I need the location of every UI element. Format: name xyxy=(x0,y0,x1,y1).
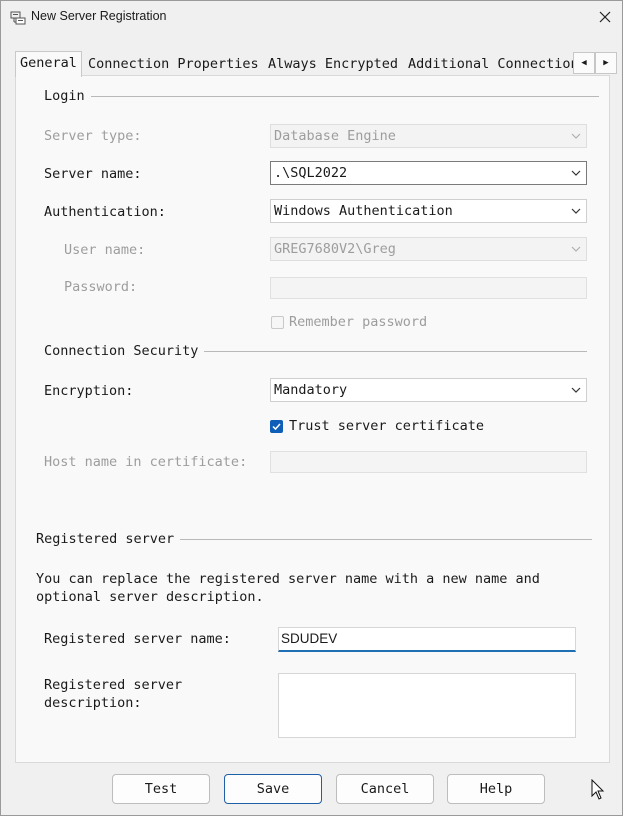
scroll-left-icon: ◀ xyxy=(581,58,587,68)
encryption-label: Encryption: xyxy=(44,383,134,399)
tab-scroll-right-button[interactable]: ▶ xyxy=(595,52,617,74)
help-button[interactable]: Help xyxy=(447,774,545,804)
registered-server-name-input[interactable]: SDUDEV xyxy=(278,627,576,652)
login-section-title: Login xyxy=(44,88,85,104)
user-name-value: GREG7680V2\Greg xyxy=(274,241,396,257)
connection-security-title: Connection Security xyxy=(44,343,199,359)
server-name-combo[interactable]: .\SQL2022 xyxy=(270,161,587,185)
host-name-input xyxy=(270,451,587,473)
save-button[interactable]: Save xyxy=(224,774,322,804)
trust-server-certificate-label[interactable]: Trust server certificate xyxy=(289,418,484,434)
encryption-select[interactable]: Mandatory xyxy=(270,378,587,402)
authentication-label: Authentication: xyxy=(44,204,166,220)
chevron-down-icon xyxy=(571,170,581,176)
chevron-down-icon xyxy=(571,246,581,252)
server-name-value: .\SQL2022 xyxy=(274,165,348,181)
scroll-right-icon: ▶ xyxy=(603,58,609,68)
tab-strip: General Connection Properties Always Enc… xyxy=(15,51,587,77)
server-type-label: Server type: xyxy=(44,128,142,144)
close-button[interactable] xyxy=(589,3,621,31)
tab-general[interactable]: General xyxy=(15,51,82,77)
connection-security-divider xyxy=(204,351,587,352)
tab-scroll-left-button[interactable]: ◀ xyxy=(573,52,595,74)
tab-connection-properties[interactable]: Connection Properties xyxy=(84,53,263,75)
dialog-window: New Server Registration General Connecti… xyxy=(0,0,623,816)
close-icon xyxy=(599,11,611,23)
title-bar: New Server Registration xyxy=(1,1,622,32)
registered-server-help-line2: optional server description. xyxy=(36,589,264,605)
mouse-pointer-icon xyxy=(591,779,605,800)
remember-password-checkbox xyxy=(271,316,284,329)
user-name-select: GREG7680V2\Greg xyxy=(270,237,587,261)
checkmark-icon xyxy=(272,423,281,431)
tab-always-encrypted[interactable]: Always Encrypted xyxy=(264,53,402,75)
server-type-value: Database Engine xyxy=(274,128,396,144)
remember-password-label: Remember password xyxy=(289,314,428,330)
chevron-down-icon xyxy=(571,133,581,139)
server-registration-icon xyxy=(10,11,26,25)
registered-server-description-label-line1: Registered server xyxy=(44,677,183,693)
authentication-select[interactable]: Windows Authentication xyxy=(270,199,587,223)
trust-server-certificate-checkbox[interactable] xyxy=(270,420,283,433)
encryption-value: Mandatory xyxy=(274,382,348,398)
user-name-label: User name: xyxy=(64,242,146,258)
registered-server-name-value: SDUDEV xyxy=(281,631,338,646)
password-input xyxy=(270,277,587,299)
tab-additional-connection[interactable]: Additional Connection xyxy=(404,53,580,75)
host-name-label: Host name in certificate: xyxy=(44,454,248,470)
chevron-down-icon xyxy=(571,387,581,393)
password-label: Password: xyxy=(64,279,138,295)
chevron-down-icon xyxy=(571,208,581,214)
authentication-value: Windows Authentication xyxy=(274,203,453,219)
registered-server-divider xyxy=(180,539,592,540)
server-name-label: Server name: xyxy=(44,166,142,182)
window-title: New Server Registration xyxy=(31,9,167,23)
registered-server-description-label-line2: description: xyxy=(44,695,142,711)
cancel-button[interactable]: Cancel xyxy=(336,774,434,804)
registered-server-description-input[interactable] xyxy=(278,673,576,738)
login-divider xyxy=(91,96,599,97)
registered-server-title: Registered server xyxy=(36,531,175,547)
registered-server-help-line1: You can replace the registered server na… xyxy=(36,571,540,587)
registered-server-name-label: Registered server name: xyxy=(44,631,231,647)
server-type-select: Database Engine xyxy=(270,124,587,148)
test-button[interactable]: Test xyxy=(112,774,210,804)
